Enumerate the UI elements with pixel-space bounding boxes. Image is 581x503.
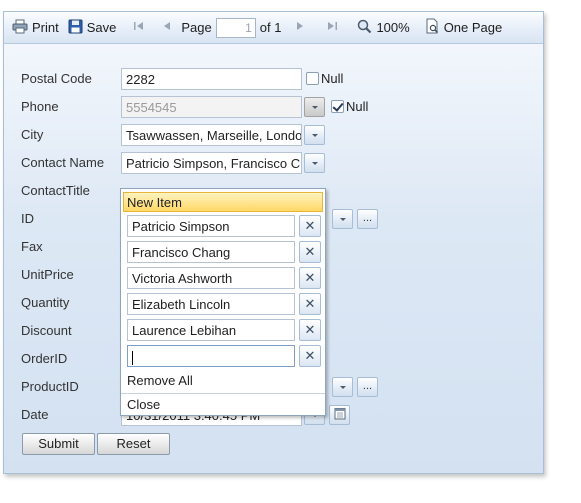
print-label: Print (32, 20, 59, 35)
floppy-disk-icon (68, 19, 83, 37)
page-count: of 1 (259, 20, 282, 35)
chevron-down-icon (339, 217, 346, 221)
page-number-input[interactable] (215, 17, 256, 38)
next-page-icon (295, 20, 305, 35)
one-page-label: One Page (443, 20, 503, 35)
remove-item-button[interactable]: ✕ (299, 293, 321, 315)
reset-button[interactable]: Reset (97, 433, 170, 455)
calendar-button[interactable] (329, 405, 350, 425)
page-label: Page (181, 20, 212, 35)
city-dropdown-button[interactable] (304, 125, 325, 145)
editor-panel: Print Save Page of 1 (3, 11, 544, 474)
close-icon: ✕ (304, 270, 316, 285)
contact-title-label: ContactTitle (21, 183, 90, 198)
discount-label: Discount (21, 323, 72, 338)
phone-label: Phone (21, 99, 59, 114)
close-icon: ✕ (304, 322, 316, 337)
save-label: Save (86, 20, 117, 35)
quantity-label: Quantity (21, 295, 70, 310)
phone-dropdown-button[interactable] (304, 97, 325, 117)
close-option[interactable]: Close (127, 397, 160, 412)
remove-all-option[interactable]: Remove All (127, 373, 193, 388)
calendar-icon (334, 407, 346, 423)
close-icon: ✕ (304, 218, 316, 233)
popup-divider (121, 393, 325, 394)
phone-null-label: Null (346, 99, 369, 114)
close-icon: ✕ (304, 348, 316, 363)
postal-code-null-label: Null (321, 71, 344, 86)
prev-page-button[interactable] (162, 17, 172, 39)
order-id-label: OrderID (21, 351, 68, 366)
unit-price-label: UnitPrice (21, 267, 74, 282)
date-label: Date (21, 407, 49, 422)
next-page-button[interactable] (295, 17, 305, 39)
report-toolbar: Print Save Page of 1 (4, 12, 543, 44)
contact-name-label: Contact Name (21, 155, 105, 170)
item-input[interactable]: Elizabeth Lincoln (127, 293, 295, 315)
id-browse-button[interactable]: ... (357, 209, 378, 229)
zoom-button[interactable]: 100% (357, 17, 410, 39)
last-page-icon (326, 20, 338, 35)
print-button[interactable]: Print (12, 17, 59, 39)
new-item-input[interactable] (127, 345, 295, 367)
postal-code-label: Postal Code (21, 71, 92, 86)
first-page-icon (133, 20, 145, 35)
remove-item-button[interactable]: ✕ (299, 345, 321, 367)
prev-page-icon (162, 20, 172, 35)
chevron-down-icon (339, 385, 346, 389)
chevron-down-icon (311, 105, 318, 109)
printer-icon (12, 19, 28, 37)
remove-item-button[interactable]: ✕ (299, 267, 321, 289)
page-zoom-icon (425, 18, 440, 37)
magnifier-icon (357, 19, 372, 37)
one-page-button[interactable]: One Page (425, 17, 503, 39)
postal-code-null-checkbox[interactable] (306, 72, 319, 85)
last-page-button[interactable] (326, 17, 338, 39)
item-input[interactable]: Francisco Chang (127, 241, 295, 263)
remove-item-button[interactable]: ✕ (299, 215, 321, 237)
zoom-level: 100% (376, 20, 410, 35)
fax-label: Fax (21, 239, 43, 254)
close-icon: ✕ (304, 296, 316, 311)
city-input[interactable]: Tsawwassen, Marseille, Londo (121, 124, 302, 146)
contact-name-dropdown-button[interactable] (304, 153, 325, 173)
submit-button[interactable]: Submit (22, 433, 95, 455)
remove-item-button[interactable]: ✕ (299, 241, 321, 263)
phone-input[interactable]: 5554545 (121, 96, 302, 118)
close-icon: ✕ (304, 244, 316, 259)
new-item-option[interactable]: New Item (123, 192, 323, 212)
text-cursor (132, 350, 133, 365)
remove-item-button[interactable]: ✕ (299, 319, 321, 341)
id-label: ID (21, 211, 34, 226)
contact-name-popup: New Item Patricio Simpson ✕ Francisco Ch… (120, 188, 326, 416)
item-input[interactable]: Victoria Ashworth (127, 267, 295, 289)
item-input[interactable]: Laurence Lebihan (127, 319, 295, 341)
chevron-down-icon (311, 133, 318, 137)
product-id-browse-button[interactable]: ... (357, 377, 378, 397)
contact-name-input[interactable]: Patricio Simpson, Francisco C (121, 152, 302, 174)
first-page-button[interactable] (133, 17, 145, 39)
product-id-label: ProductID (21, 379, 79, 394)
phone-null-checkbox[interactable] (331, 100, 344, 113)
chevron-down-icon (311, 161, 318, 165)
item-input[interactable]: Patricio Simpson (127, 215, 295, 237)
postal-code-input[interactable]: 2282 (121, 68, 302, 90)
save-button[interactable]: Save (68, 17, 117, 39)
product-id-dropdown-button[interactable] (332, 377, 353, 397)
city-label: City (21, 127, 44, 142)
id-dropdown-button[interactable] (332, 209, 353, 229)
